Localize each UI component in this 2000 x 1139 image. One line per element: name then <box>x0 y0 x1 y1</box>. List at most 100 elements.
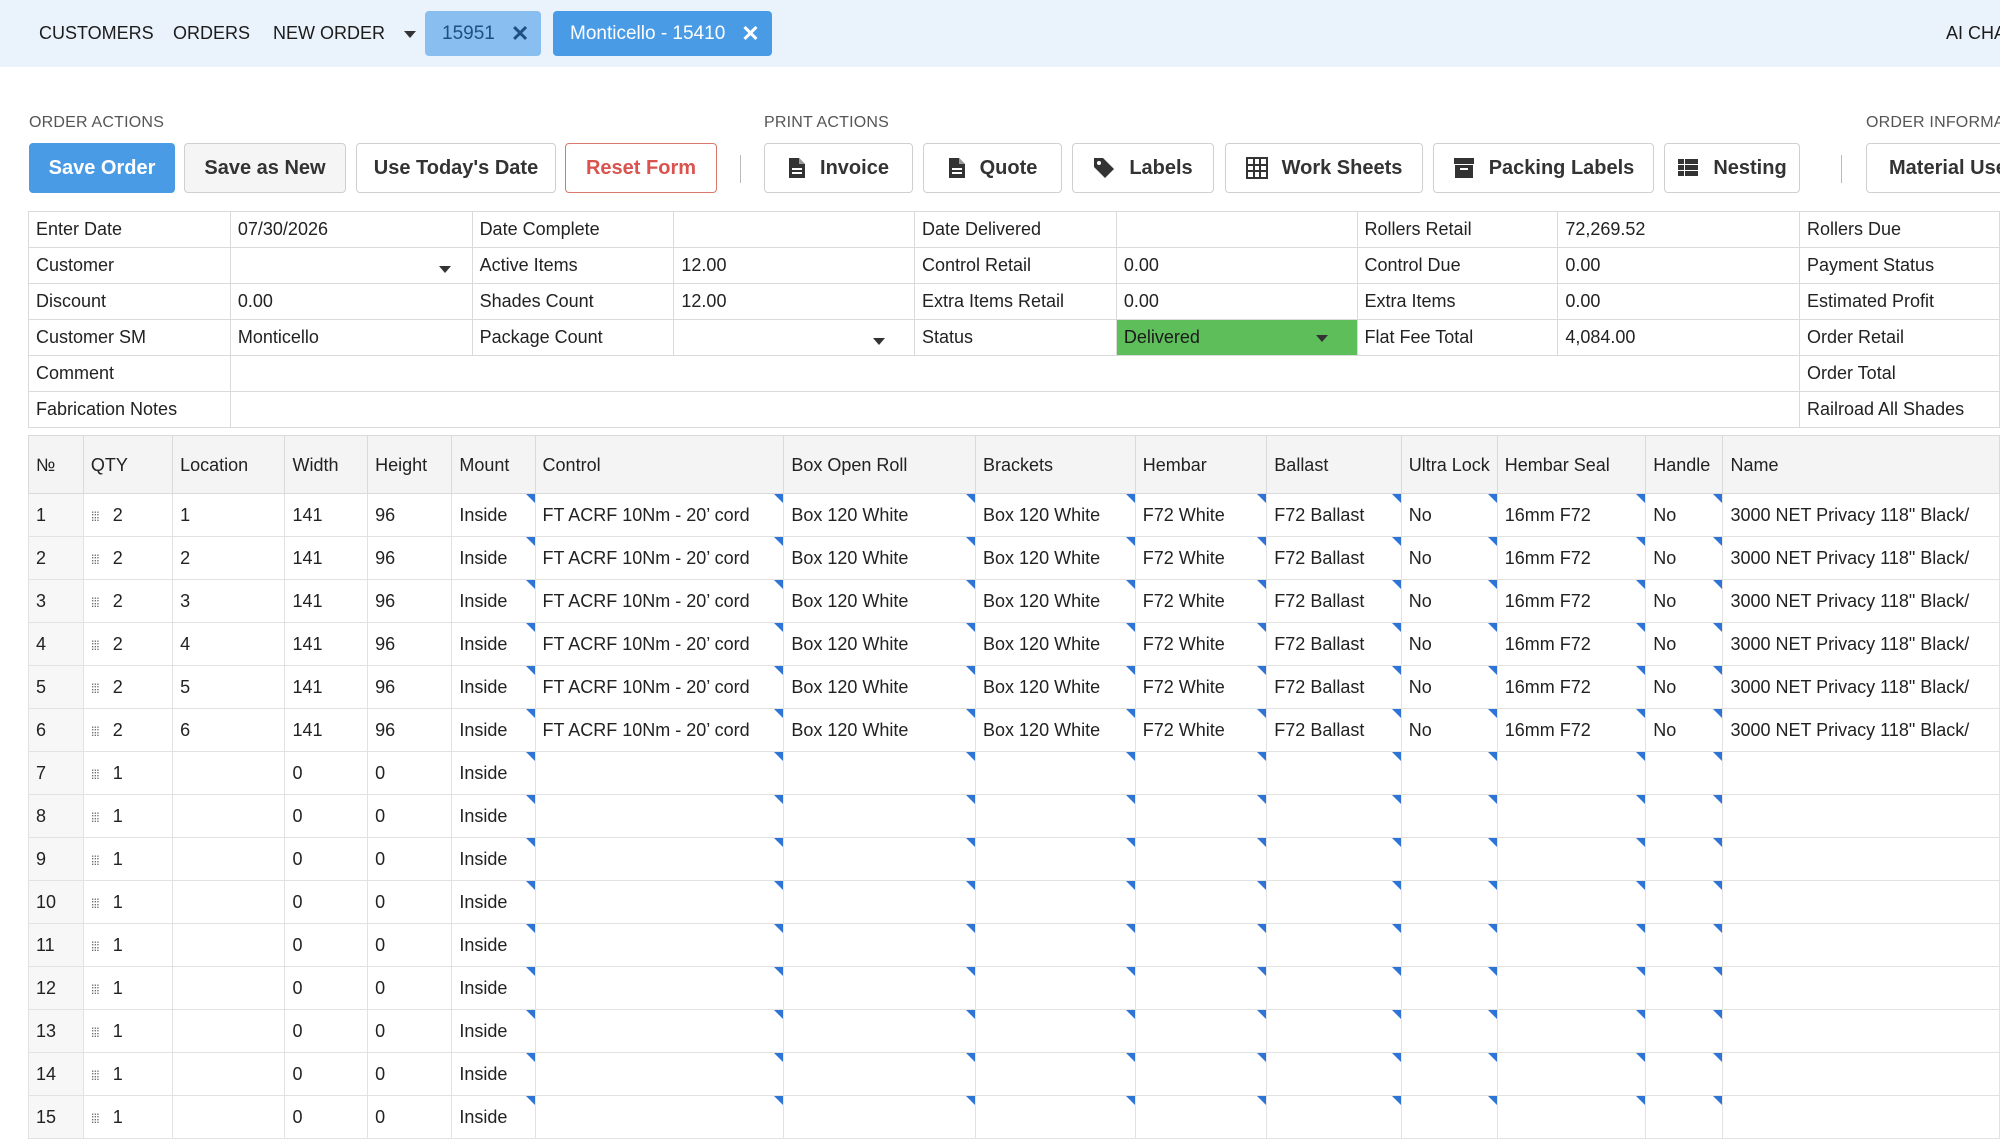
cell-ballast[interactable] <box>1266 751 1402 795</box>
cell-brackets[interactable]: Box 120 White <box>975 665 1136 709</box>
drag-handle-icon[interactable]: ⁞⁞⁞ <box>91 1111 100 1126</box>
cell-loc[interactable]: 2 <box>172 536 286 580</box>
cell-loc[interactable] <box>172 751 286 795</box>
cell-qty[interactable]: ⁞⁞⁞ 2 <box>82 493 174 537</box>
drag-handle-icon[interactable]: ⁞⁞⁞ <box>91 681 100 696</box>
cell-ballast[interactable] <box>1266 880 1402 924</box>
cell-seal[interactable] <box>1496 837 1647 881</box>
table-row[interactable]: 3 ⁞⁞⁞ 2 3 141 96 Inside FT ACRF 10Nm - 20’ cord… <box>28 579 2000 623</box>
cell-loc[interactable] <box>172 966 286 1010</box>
cell-mount[interactable]: Inside <box>451 622 536 666</box>
cell-brackets[interactable] <box>975 1095 1136 1139</box>
table-row[interactable]: 13 ⁞⁞⁞ 1 0 0 Inside <box>28 1009 2000 1053</box>
cell-handle[interactable] <box>1645 966 1724 1010</box>
column-header[interactable]: Handle <box>1645 435 1724 494</box>
cell-ballast[interactable]: F72 Ballast <box>1266 708 1402 752</box>
package-count-select[interactable] <box>673 319 915 356</box>
cell-handle[interactable] <box>1645 923 1724 967</box>
nav-ai-chat[interactable]: AI CHA <box>1946 0 2000 67</box>
cell-h[interactable]: 96 <box>367 579 453 623</box>
nav-new-order[interactable]: NEW ORDER <box>273 0 417 67</box>
nesting-button[interactable]: Nesting <box>1664 143 1800 193</box>
cell-ultra[interactable]: No <box>1400 579 1498 623</box>
cell-h[interactable]: 96 <box>367 665 453 709</box>
drag-handle-icon[interactable]: ⁞⁞⁞ <box>91 724 100 739</box>
labels-button[interactable]: Labels <box>1072 143 1214 193</box>
cell-seal[interactable] <box>1496 923 1647 967</box>
table-row[interactable]: 9 ⁞⁞⁞ 1 0 0 Inside <box>28 837 2000 881</box>
cell-control[interactable] <box>534 1009 785 1053</box>
cell-ballast[interactable]: F72 Ballast <box>1266 622 1402 666</box>
cell-h[interactable]: 0 <box>367 1052 453 1096</box>
cell-seal[interactable] <box>1496 1095 1647 1139</box>
cell-hembar[interactable] <box>1134 1009 1268 1053</box>
reset-form-button[interactable]: Reset Form <box>565 143 717 193</box>
cell-name[interactable]: 3000 NET Privacy 118" Black/ <box>1722 622 2000 666</box>
cell-qty[interactable]: ⁞⁞⁞ 2 <box>82 622 174 666</box>
cell-ballast[interactable] <box>1266 794 1402 838</box>
drag-handle-icon[interactable]: ⁞⁞⁞ <box>91 1068 100 1083</box>
cell-ballast[interactable]: F72 Ballast <box>1266 493 1402 537</box>
cell-hembar[interactable] <box>1134 837 1268 881</box>
cell-brackets[interactable]: Box 120 White <box>975 493 1136 537</box>
cell-qty[interactable]: ⁞⁞⁞ 2 <box>82 665 174 709</box>
cell-seal[interactable]: 16mm F72 <box>1496 708 1647 752</box>
cell-mount[interactable]: Inside <box>451 536 536 580</box>
cell-hembar[interactable]: F72 White <box>1134 579 1268 623</box>
table-row[interactable]: 14 ⁞⁞⁞ 1 0 0 Inside <box>28 1052 2000 1096</box>
cell-control[interactable]: FT ACRF 10Nm - 20’ cord <box>534 536 785 580</box>
cell-name[interactable] <box>1722 837 2000 881</box>
cell-ultra[interactable] <box>1400 923 1498 967</box>
cell-w[interactable]: 0 <box>284 794 369 838</box>
cell-box[interactable] <box>783 1095 977 1139</box>
cell-control[interactable]: FT ACRF 10Nm - 20’ cord <box>534 665 785 709</box>
table-row[interactable]: 15 ⁞⁞⁞ 1 0 0 Inside <box>28 1095 2000 1139</box>
close-icon[interactable]: ✕ <box>511 21 529 47</box>
fabrication-notes-field[interactable] <box>229 391 1801 428</box>
cell-box[interactable] <box>783 1009 977 1053</box>
cell-ballast[interactable] <box>1266 1009 1402 1053</box>
cell-hembar[interactable]: F72 White <box>1134 493 1268 537</box>
drag-handle-icon[interactable]: ⁞⁞⁞ <box>91 552 100 567</box>
cell-control[interactable]: FT ACRF 10Nm - 20’ cord <box>534 493 785 537</box>
cell-box[interactable]: Box 120 White <box>783 493 977 537</box>
cell-name[interactable] <box>1722 1095 2000 1139</box>
cell-brackets[interactable] <box>975 837 1136 881</box>
cell-name[interactable] <box>1722 880 2000 924</box>
cell-qty[interactable]: ⁞⁞⁞ 1 <box>82 751 174 795</box>
cell-mount[interactable]: Inside <box>451 880 536 924</box>
cell-h[interactable]: 0 <box>367 1009 453 1053</box>
drag-handle-icon[interactable]: ⁞⁞⁞ <box>91 810 100 825</box>
cell-w[interactable]: 0 <box>284 966 369 1010</box>
cell-control[interactable] <box>534 1052 785 1096</box>
cell-mount[interactable]: Inside <box>451 794 536 838</box>
cell-ultra[interactable]: No <box>1400 536 1498 580</box>
cell-box[interactable] <box>783 966 977 1010</box>
cell-loc[interactable] <box>172 1095 286 1139</box>
table-row[interactable]: 2 ⁞⁞⁞ 2 2 141 96 Inside FT ACRF 10Nm - 20’ cord… <box>28 536 2000 580</box>
cell-name[interactable]: 3000 NET Privacy 118" Black/ <box>1722 493 2000 537</box>
cell-w[interactable]: 0 <box>284 923 369 967</box>
cell-ballast[interactable]: F72 Ballast <box>1266 579 1402 623</box>
cell-ballast[interactable] <box>1266 1095 1402 1139</box>
cell-loc[interactable] <box>172 794 286 838</box>
cell-control[interactable] <box>534 751 785 795</box>
cell-mount[interactable]: Inside <box>451 837 536 881</box>
drag-handle-icon[interactable]: ⁞⁞⁞ <box>91 767 100 782</box>
table-row[interactable]: 6 ⁞⁞⁞ 2 6 141 96 Inside FT ACRF 10Nm - 20’ cord… <box>28 708 2000 752</box>
column-header[interactable]: Ultra Lock <box>1400 435 1498 494</box>
cell-seal[interactable]: 16mm F72 <box>1496 622 1647 666</box>
cell-w[interactable]: 141 <box>284 493 369 537</box>
cell-ultra[interactable] <box>1400 794 1498 838</box>
material-use-button[interactable]: Material Use <box>1866 143 2000 193</box>
cell-w[interactable]: 0 <box>284 1095 369 1139</box>
cell-control[interactable] <box>534 923 785 967</box>
cell-mount[interactable]: Inside <box>451 1052 536 1096</box>
cell-h[interactable]: 96 <box>367 536 453 580</box>
cell-mount[interactable]: Inside <box>451 923 536 967</box>
cell-qty[interactable]: ⁞⁞⁞ 1 <box>82 880 174 924</box>
drag-handle-icon[interactable]: ⁞⁞⁞ <box>91 853 100 868</box>
cell-ultra[interactable] <box>1400 1095 1498 1139</box>
table-row[interactable]: 1 ⁞⁞⁞ 2 1 141 96 Inside FT ACRF 10Nm - 20’ cord… <box>28 493 2000 537</box>
cell-mount[interactable]: Inside <box>451 1095 536 1139</box>
